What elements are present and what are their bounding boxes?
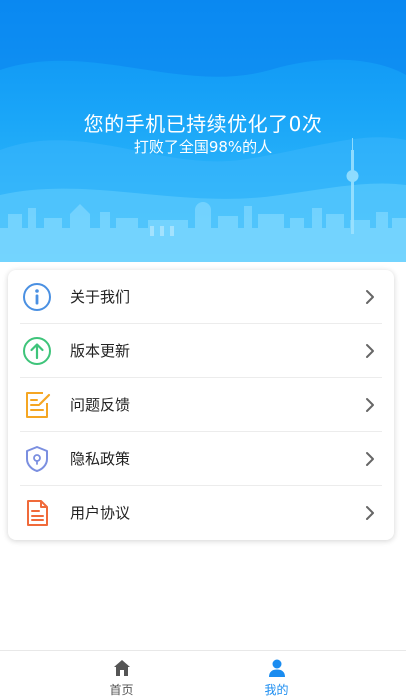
document-icon xyxy=(27,500,48,526)
upload-arrow-icon xyxy=(23,337,51,365)
chevron-right-icon xyxy=(366,344,374,358)
chevron-right-icon xyxy=(366,506,374,520)
menu-item-feedback[interactable]: 问题反馈 xyxy=(8,378,394,432)
optimization-headline: 您的手机已持续优化了0次 xyxy=(83,112,323,136)
chevron-right-icon xyxy=(366,398,374,412)
menu-item-about-us[interactable]: 关于我们 xyxy=(8,270,394,324)
user-icon xyxy=(269,659,285,677)
menu-item-label: 问题反馈 xyxy=(70,396,131,414)
chevron-right-icon xyxy=(366,452,374,466)
settings-menu-card: 关于我们 版本更新 问题反馈 隐私政策 用户协议 xyxy=(8,270,394,540)
menu-item-label: 关于我们 xyxy=(70,288,131,306)
info-icon xyxy=(23,283,51,311)
menu-item-label: 用户协议 xyxy=(70,504,131,522)
shield-icon xyxy=(26,446,48,472)
menu-item-label: 隐私政策 xyxy=(70,450,131,468)
ranking-subline: 打败了全国98%的人 xyxy=(133,138,273,156)
bottom-tab-bar: 首页 我的 xyxy=(0,650,406,700)
menu-item-user-agreement[interactable]: 用户协议 xyxy=(8,486,394,540)
tab-label: 我的 xyxy=(264,683,289,697)
menu-item-version-update[interactable]: 版本更新 xyxy=(8,324,394,378)
tab-mine[interactable]: 我的 xyxy=(175,651,378,700)
chevron-right-icon xyxy=(366,290,374,304)
menu-item-privacy-policy[interactable]: 隐私政策 xyxy=(8,432,394,486)
menu-item-label: 版本更新 xyxy=(70,342,131,360)
feedback-edit-icon xyxy=(26,392,51,418)
home-icon xyxy=(114,660,130,676)
header-banner: 您的手机已持续优化了0次 打败了全国98%的人 xyxy=(0,0,406,262)
